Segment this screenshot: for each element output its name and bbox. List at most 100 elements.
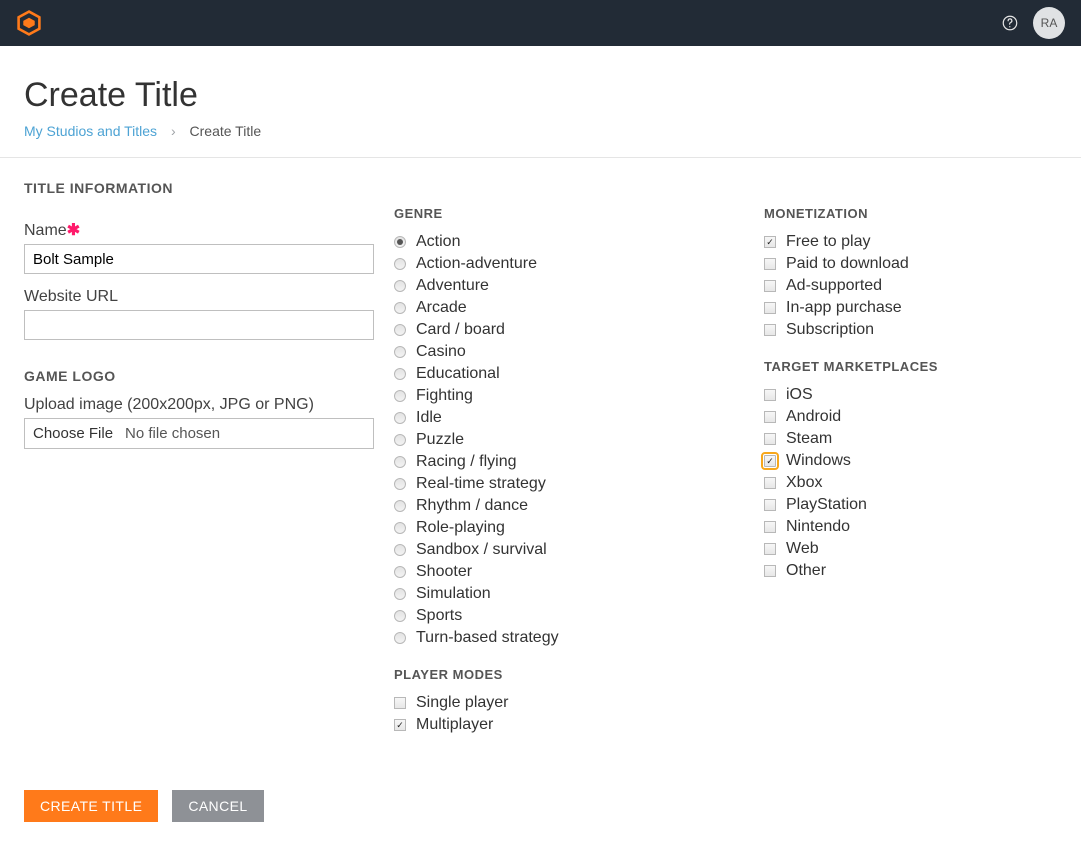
option-single-player[interactable]: Single player [394, 692, 744, 714]
checkbox-icon[interactable] [764, 433, 776, 445]
option-action[interactable]: Action [394, 231, 744, 253]
radio-icon[interactable] [394, 456, 406, 468]
option-puzzle[interactable]: Puzzle [394, 429, 744, 451]
option-label: Rhythm / dance [416, 495, 528, 517]
website-input[interactable] [24, 310, 374, 340]
checkbox-icon[interactable] [764, 302, 776, 314]
option-idle[interactable]: Idle [394, 407, 744, 429]
option-educational[interactable]: Educational [394, 363, 744, 385]
option-xbox[interactable]: Xbox [764, 472, 1054, 494]
option-sports[interactable]: Sports [394, 605, 744, 627]
website-label: Website URL [24, 288, 374, 306]
checkbox-icon[interactable] [764, 565, 776, 577]
radio-icon[interactable] [394, 368, 406, 380]
radio-icon[interactable] [394, 588, 406, 600]
radio-icon[interactable] [394, 500, 406, 512]
name-input[interactable] [24, 244, 374, 274]
checkbox-icon[interactable] [764, 324, 776, 336]
radio-icon[interactable] [394, 434, 406, 446]
option-label: Subscription [786, 319, 874, 341]
option-web[interactable]: Web [764, 538, 1054, 560]
radio-icon[interactable] [394, 412, 406, 424]
option-label: Puzzle [416, 429, 464, 451]
cancel-button[interactable]: CANCEL [172, 790, 263, 822]
option-label: Racing / flying [416, 451, 517, 473]
checkbox-icon[interactable] [764, 455, 776, 467]
checkbox-icon[interactable] [764, 477, 776, 489]
option-label: Xbox [786, 472, 822, 494]
option-label: Web [786, 538, 819, 560]
option-label: Card / board [416, 319, 505, 341]
option-free-to-play[interactable]: Free to play [764, 231, 1054, 253]
radio-icon[interactable] [394, 632, 406, 644]
option-android[interactable]: Android [764, 406, 1054, 428]
radio-icon[interactable] [394, 610, 406, 622]
option-action-adventure[interactable]: Action-adventure [394, 253, 744, 275]
option-role-playing[interactable]: Role-playing [394, 517, 744, 539]
option-fighting[interactable]: Fighting [394, 385, 744, 407]
option-adventure[interactable]: Adventure [394, 275, 744, 297]
option-subscription[interactable]: Subscription [764, 319, 1054, 341]
file-input[interactable]: Choose File No file chosen [24, 418, 374, 449]
option-other[interactable]: Other [764, 560, 1054, 582]
option-label: Multiplayer [416, 714, 493, 736]
option-steam[interactable]: Steam [764, 428, 1054, 450]
option-paid-to-download[interactable]: Paid to download [764, 253, 1054, 275]
section-title-player-modes: PLAYER MODES [394, 667, 744, 682]
option-casino[interactable]: Casino [394, 341, 744, 363]
option-simulation[interactable]: Simulation [394, 583, 744, 605]
radio-icon[interactable] [394, 236, 406, 248]
checkbox-icon[interactable] [764, 280, 776, 292]
checkbox-icon[interactable] [764, 258, 776, 270]
checkbox-icon[interactable] [764, 389, 776, 401]
help-icon[interactable] [1001, 14, 1019, 32]
section-title-logo: GAME LOGO [24, 368, 374, 384]
radio-icon[interactable] [394, 566, 406, 578]
avatar[interactable]: RA [1033, 7, 1065, 39]
option-label: Casino [416, 341, 466, 363]
option-label: Fighting [416, 385, 473, 407]
checkbox-icon[interactable] [764, 499, 776, 511]
radio-icon[interactable] [394, 478, 406, 490]
option-label: Nintendo [786, 516, 850, 538]
option-turn-based-strategy[interactable]: Turn-based strategy [394, 627, 744, 649]
radio-icon[interactable] [394, 258, 406, 270]
radio-icon[interactable] [394, 390, 406, 402]
option-arcade[interactable]: Arcade [394, 297, 744, 319]
checkbox-icon[interactable] [394, 719, 406, 731]
section-title-info: TITLE INFORMATION [24, 180, 1057, 196]
option-in-app-purchase[interactable]: In-app purchase [764, 297, 1054, 319]
option-card-board[interactable]: Card / board [394, 319, 744, 341]
option-multiplayer[interactable]: Multiplayer [394, 714, 744, 736]
option-shooter[interactable]: Shooter [394, 561, 744, 583]
name-label: Name✱ [24, 220, 374, 240]
option-playstation[interactable]: PlayStation [764, 494, 1054, 516]
option-windows[interactable]: Windows [764, 450, 1054, 472]
option-ios[interactable]: iOS [764, 384, 1054, 406]
radio-icon[interactable] [394, 346, 406, 358]
option-label: Simulation [416, 583, 491, 605]
option-real-time-strategy[interactable]: Real-time strategy [394, 473, 744, 495]
radio-icon[interactable] [394, 522, 406, 534]
chevron-right-icon: › [171, 123, 176, 139]
checkbox-icon[interactable] [764, 543, 776, 555]
checkbox-icon[interactable] [764, 521, 776, 533]
option-label: Windows [786, 450, 851, 472]
checkbox-icon[interactable] [394, 697, 406, 709]
radio-icon[interactable] [394, 324, 406, 336]
choose-file-button[interactable]: Choose File [31, 423, 115, 444]
logo-icon[interactable] [16, 10, 42, 36]
checkbox-icon[interactable] [764, 411, 776, 423]
option-rhythm-dance[interactable]: Rhythm / dance [394, 495, 744, 517]
option-ad-supported[interactable]: Ad-supported [764, 275, 1054, 297]
checkbox-icon[interactable] [764, 236, 776, 248]
option-nintendo[interactable]: Nintendo [764, 516, 1054, 538]
option-racing-flying[interactable]: Racing / flying [394, 451, 744, 473]
section-title-monetization: MONETIZATION [764, 206, 1054, 221]
option-sandbox-survival[interactable]: Sandbox / survival [394, 539, 744, 561]
create-title-button[interactable]: CREATE TITLE [24, 790, 158, 822]
radio-icon[interactable] [394, 302, 406, 314]
radio-icon[interactable] [394, 544, 406, 556]
radio-icon[interactable] [394, 280, 406, 292]
breadcrumb-parent[interactable]: My Studios and Titles [24, 123, 157, 139]
